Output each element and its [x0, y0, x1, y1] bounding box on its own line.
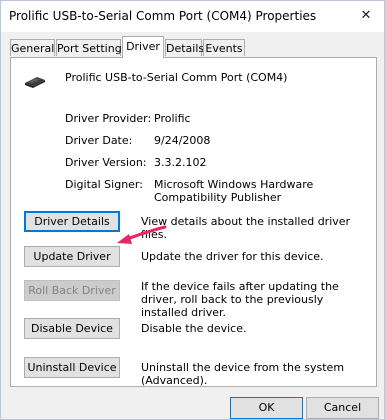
window-title: Prolific USB-to-Serial Comm Port (COM4) …	[9, 9, 317, 23]
uninstall-device-button[interactable]: Uninstall Device	[24, 357, 120, 378]
driver-details-description: View details about the installed driver …	[141, 215, 351, 241]
driver-version-label: Driver Version:	[65, 156, 147, 169]
tab-general[interactable]: General	[10, 39, 55, 56]
digital-signer-value: Microsoft Windows Hardware Compatibility…	[154, 178, 314, 204]
digital-signer-label: Digital Signer:	[65, 178, 143, 191]
disable-device-description: Disable the device.	[141, 322, 247, 335]
uninstall-device-description: Uninstall the device from the system (Ad…	[141, 361, 345, 387]
driver-details-button[interactable]: Driver Details	[24, 211, 120, 232]
close-button[interactable]: ✕	[352, 5, 380, 27]
tab-events[interactable]: Events	[203, 39, 245, 56]
usb-serial-device-icon	[23, 73, 47, 89]
tab-port-settings[interactable]: Port Settings	[56, 39, 127, 56]
driver-date-label: Driver Date:	[65, 134, 133, 147]
roll-back-driver-button[interactable]: Roll Back Driver	[24, 280, 120, 301]
tab-details[interactable]: Details	[165, 39, 204, 56]
tab-driver[interactable]: Driver	[122, 36, 164, 58]
ok-button[interactable]: OK	[230, 397, 303, 419]
disable-device-button[interactable]: Disable Device	[24, 318, 120, 339]
driver-provider-value: Prolific	[154, 112, 191, 125]
update-driver-button[interactable]: Update Driver	[24, 246, 120, 267]
cancel-button[interactable]: Cancel	[306, 397, 379, 419]
driver-provider-label: Driver Provider:	[65, 112, 152, 125]
driver-version-value: 3.3.2.102	[154, 156, 207, 169]
title-bar[interactable]: Prolific USB-to-Serial Comm Port (COM4) …	[1, 1, 384, 32]
device-name: Prolific USB-to-Serial Comm Port (COM4)	[65, 71, 288, 84]
properties-dialog: Prolific USB-to-Serial Comm Port (COM4) …	[0, 0, 385, 420]
annotation-arrow	[117, 225, 167, 244]
roll-back-driver-description: If the device fails after updating the d…	[141, 280, 339, 319]
update-driver-description: Update the driver for this device.	[141, 250, 324, 263]
driver-date-value: 9/24/2008	[154, 134, 211, 147]
